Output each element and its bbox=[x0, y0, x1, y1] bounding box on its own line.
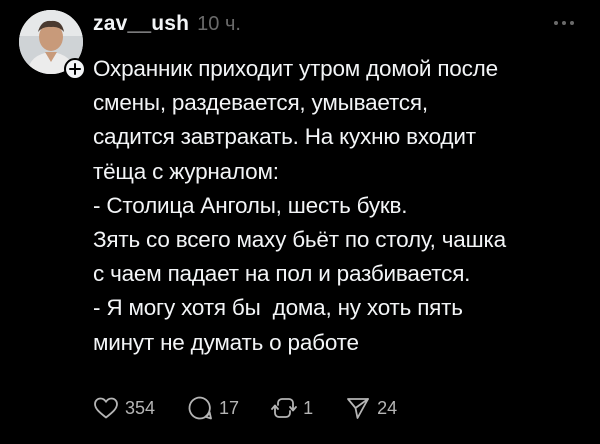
comment-icon bbox=[187, 395, 213, 421]
avatar-container[interactable] bbox=[19, 10, 86, 80]
repost-count: 1 bbox=[303, 397, 314, 418]
thread-post: zav__ush 10 ч. Охранник приходит утром д… bbox=[0, 0, 600, 444]
reply-count: 17 bbox=[219, 397, 240, 418]
heart-icon bbox=[93, 396, 119, 420]
more-icon[interactable] bbox=[552, 16, 576, 30]
username[interactable]: zav__ush bbox=[93, 12, 189, 36]
repost-icon bbox=[271, 395, 297, 421]
post-header: zav__ush 10 ч. bbox=[93, 12, 241, 40]
like-button[interactable]: 354 bbox=[93, 396, 155, 420]
timestamp: 10 ч. bbox=[197, 13, 241, 35]
reply-button[interactable]: 17 bbox=[187, 395, 239, 421]
share-count: 24 bbox=[377, 397, 398, 418]
send-icon bbox=[345, 395, 371, 421]
action-bar: 354 17 1 24 bbox=[93, 394, 397, 422]
post-text: Охранник приходит утром домой после смен… bbox=[93, 56, 506, 355]
repost-button[interactable]: 1 bbox=[271, 395, 313, 421]
follow-plus-icon[interactable] bbox=[64, 58, 86, 80]
like-count: 354 bbox=[125, 397, 156, 418]
share-button[interactable]: 24 bbox=[345, 395, 397, 421]
